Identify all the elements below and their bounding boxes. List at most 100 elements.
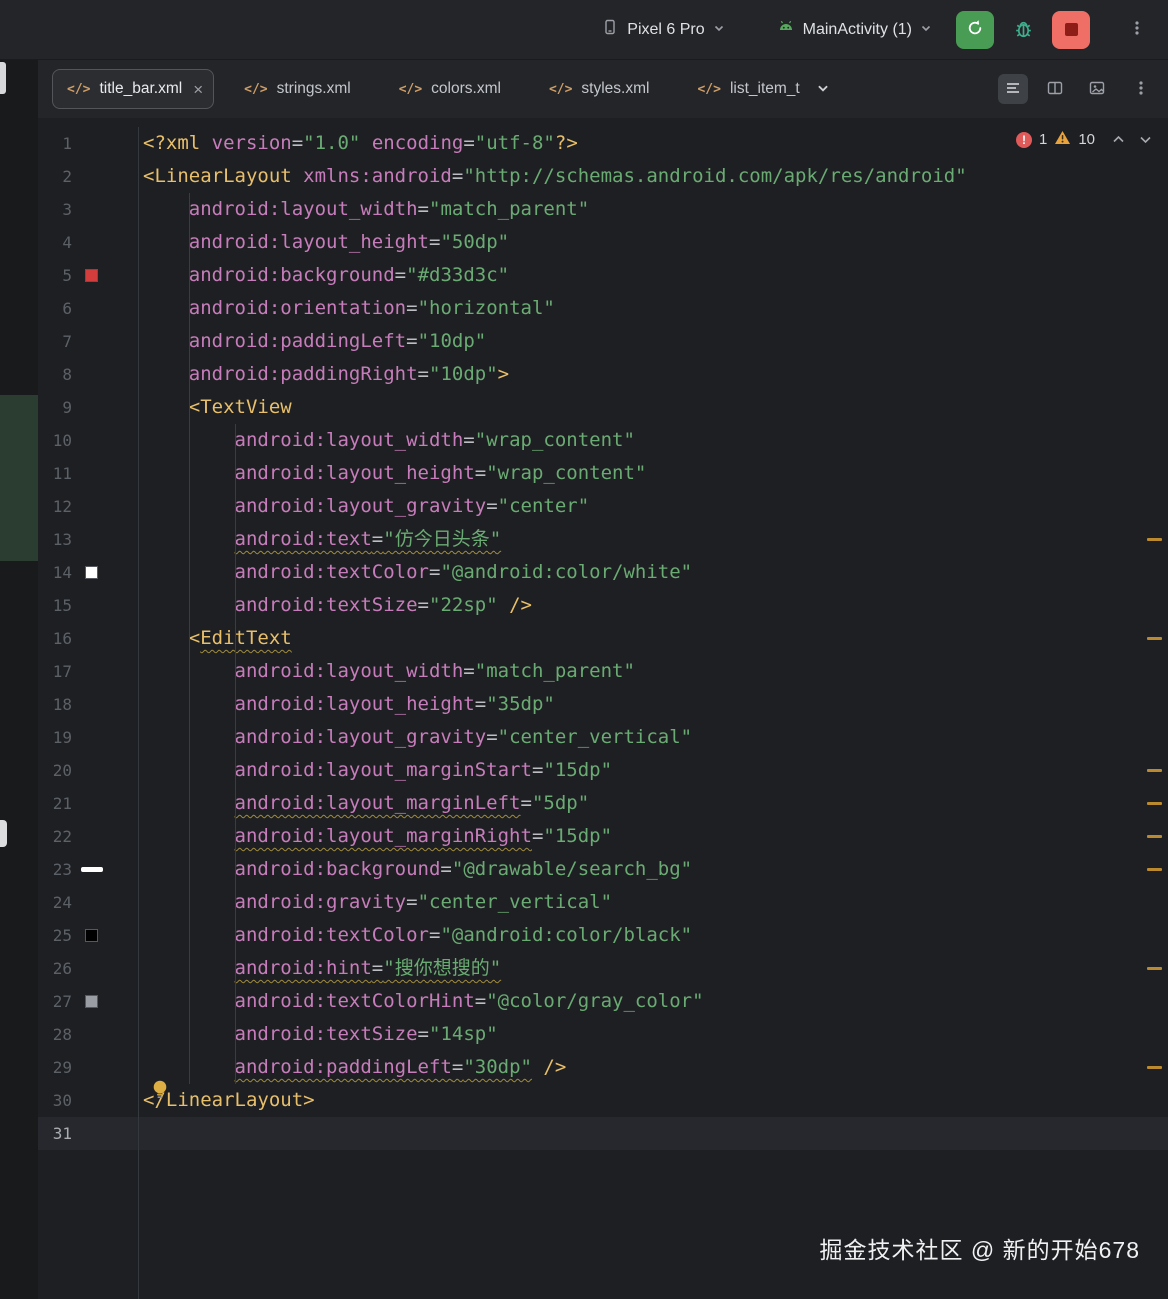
line-number[interactable]: 30 [38,1084,72,1117]
line-number[interactable]: 13 [38,523,72,556]
line-number[interactable]: 10 [38,424,72,457]
code-line-11[interactable]: 11 android:layout_height="wrap_content" [38,457,1168,490]
code-text[interactable]: android:orientation="horizontal" [138,292,1168,325]
code-line-24[interactable]: 24 android:gravity="center_vertical" [38,886,1168,919]
code-line-6[interactable]: 6 android:orientation="horizontal" [38,292,1168,325]
code-line-25[interactable]: 25 android:textColor="@android:color/bla… [38,919,1168,952]
line-number[interactable]: 12 [38,490,72,523]
code-line-20[interactable]: 20 android:layout_marginStart="15dp" [38,754,1168,787]
code-line-29[interactable]: 29 android:paddingLeft="30dp" /> [38,1051,1168,1084]
line-number[interactable]: 28 [38,1018,72,1051]
debug-button[interactable] [1006,13,1040,47]
hidden-tabs-chevron[interactable] [816,81,830,98]
code-line-21[interactable]: 21 android:layout_marginLeft="5dp" [38,787,1168,820]
code-line-27[interactable]: 27 android:textColorHint="@color/gray_co… [38,985,1168,1018]
tab-title_bar.xml[interactable]: </> title_bar.xml × [52,69,215,109]
toolbar-more-button[interactable] [1120,13,1154,47]
line-number[interactable]: 9 [38,391,72,424]
warning-stripe-mark[interactable] [1147,769,1162,772]
code-text[interactable]: <?xml version="1.0" encoding="utf-8"?> [138,127,1168,160]
code-text[interactable]: <EditText [138,622,1168,655]
line-number[interactable]: 1 [38,127,72,160]
tab-colors.xml[interactable]: </> colors.xml [375,60,525,118]
code-text[interactable]: android:hint="搜你想搜的" [138,952,1168,985]
rerun-button[interactable] [956,10,994,49]
code-text[interactable]: android:layout_gravity="center" [138,490,1168,523]
code-text[interactable]: android:background="#d33d3c" [138,259,1168,292]
warning-stripe-mark[interactable] [1147,1066,1162,1069]
line-number[interactable]: 31 [38,1117,72,1150]
code-text[interactable]: android:layout_width="match_parent" [138,193,1168,226]
code-line-9[interactable]: 9 <TextView [38,391,1168,424]
tab-list_item_t[interactable]: </> list_item_t [673,60,823,118]
warning-stripe-mark[interactable] [1147,868,1162,871]
code-line-2[interactable]: 2 <LinearLayout xmlns:android="http://sch… [38,160,1168,193]
code-line-10[interactable]: 10 android:layout_width="wrap_content" [38,424,1168,457]
code-text[interactable]: android:layout_height="wrap_content" [138,457,1168,490]
line-number[interactable]: 27 [38,985,72,1018]
line-number[interactable]: 3 [38,193,72,226]
code-text[interactable]: android:layout_marginStart="15dp" [138,754,1168,787]
code-line-18[interactable]: 18 android:layout_height="35dp" [38,688,1168,721]
code-line-4[interactable]: 4 android:layout_height="50dp" [38,226,1168,259]
code-text[interactable]: android:text="仿今日头条" [138,523,1168,556]
warning-stripe-mark[interactable] [1147,967,1162,970]
stop-button[interactable] [1052,10,1090,49]
color-swatch[interactable] [85,269,98,282]
drawable-preview-swatch[interactable] [81,867,103,872]
code-line-16[interactable]: 16 <EditText [38,622,1168,655]
device-selector[interactable]: Pixel 6 Pro [601,18,724,41]
code-view-button[interactable] [998,74,1028,104]
inspections-widget[interactable]: 1 10 [1015,130,1152,149]
line-number[interactable]: 20 [38,754,72,787]
line-number[interactable]: 19 [38,721,72,754]
line-number[interactable]: 14 [38,556,72,589]
code-text[interactable]: android:gravity="center_vertical" [138,886,1168,919]
line-number[interactable]: 2 [38,160,72,193]
line-number[interactable]: 15 [38,589,72,622]
code-line-14[interactable]: 14 android:textColor="@android:color/whi… [38,556,1168,589]
line-number[interactable]: 7 [38,325,72,358]
line-number[interactable]: 5 [38,259,72,292]
code-text[interactable]: android:textSize="22sp" /> [138,589,1168,622]
tool-stripe-top-handle[interactable] [0,62,6,94]
warning-stripe-mark[interactable] [1147,637,1162,640]
line-number[interactable]: 22 [38,820,72,853]
line-number[interactable]: 11 [38,457,72,490]
design-view-button[interactable] [1082,74,1112,104]
editor-empty-area[interactable] [38,1150,1168,1299]
code-text[interactable]: android:layout_height="50dp" [138,226,1168,259]
code-text[interactable]: android:textColor="@android:color/black" [138,919,1168,952]
next-highlight-button[interactable] [1139,131,1152,148]
code-text[interactable]: android:paddingLeft="10dp" [138,325,1168,358]
code-text[interactable]: android:textSize="14sp" [138,1018,1168,1051]
code-text[interactable]: <TextView [138,391,1168,424]
line-number[interactable]: 25 [38,919,72,952]
code-line-30[interactable]: 30 </LinearLayout> [38,1084,1168,1117]
code-text[interactable]: android:layout_width="match_parent" [138,655,1168,688]
code-text[interactable]: android:layout_width="wrap_content" [138,424,1168,457]
code-line-19[interactable]: 19 android:layout_gravity="center_vertic… [38,721,1168,754]
color-swatch[interactable] [85,566,98,579]
line-number[interactable]: 26 [38,952,72,985]
tool-window-handle[interactable] [0,820,7,847]
code-line-3[interactable]: 3 android:layout_width="match_parent" [38,193,1168,226]
code-text[interactable]: android:paddingRight="10dp"> [138,358,1168,391]
intention-bulb-icon[interactable] [150,1078,170,1106]
color-swatch[interactable] [85,995,98,1008]
tab-options-button[interactable] [1124,72,1158,106]
run-config-selector[interactable]: MainActivity (1) [777,18,932,41]
warning-stripe-mark[interactable] [1147,835,1162,838]
line-number[interactable]: 6 [38,292,72,325]
line-number[interactable]: 4 [38,226,72,259]
code-text[interactable]: android:textColor="@android:color/white" [138,556,1168,589]
code-text[interactable]: <LinearLayout xmlns:android="http://sche… [138,160,1168,193]
line-number[interactable]: 18 [38,688,72,721]
code-text[interactable]: </LinearLayout> [138,1084,1168,1117]
code-text[interactable]: android:layout_marginLeft="5dp" [138,787,1168,820]
code-text[interactable]: android:layout_gravity="center_vertical" [138,721,1168,754]
split-view-button[interactable] [1040,74,1070,104]
code-text[interactable] [138,1117,1168,1150]
code-line-8[interactable]: 8 android:paddingRight="10dp"> [38,358,1168,391]
code-line-17[interactable]: 17 android:layout_width="match_parent" [38,655,1168,688]
